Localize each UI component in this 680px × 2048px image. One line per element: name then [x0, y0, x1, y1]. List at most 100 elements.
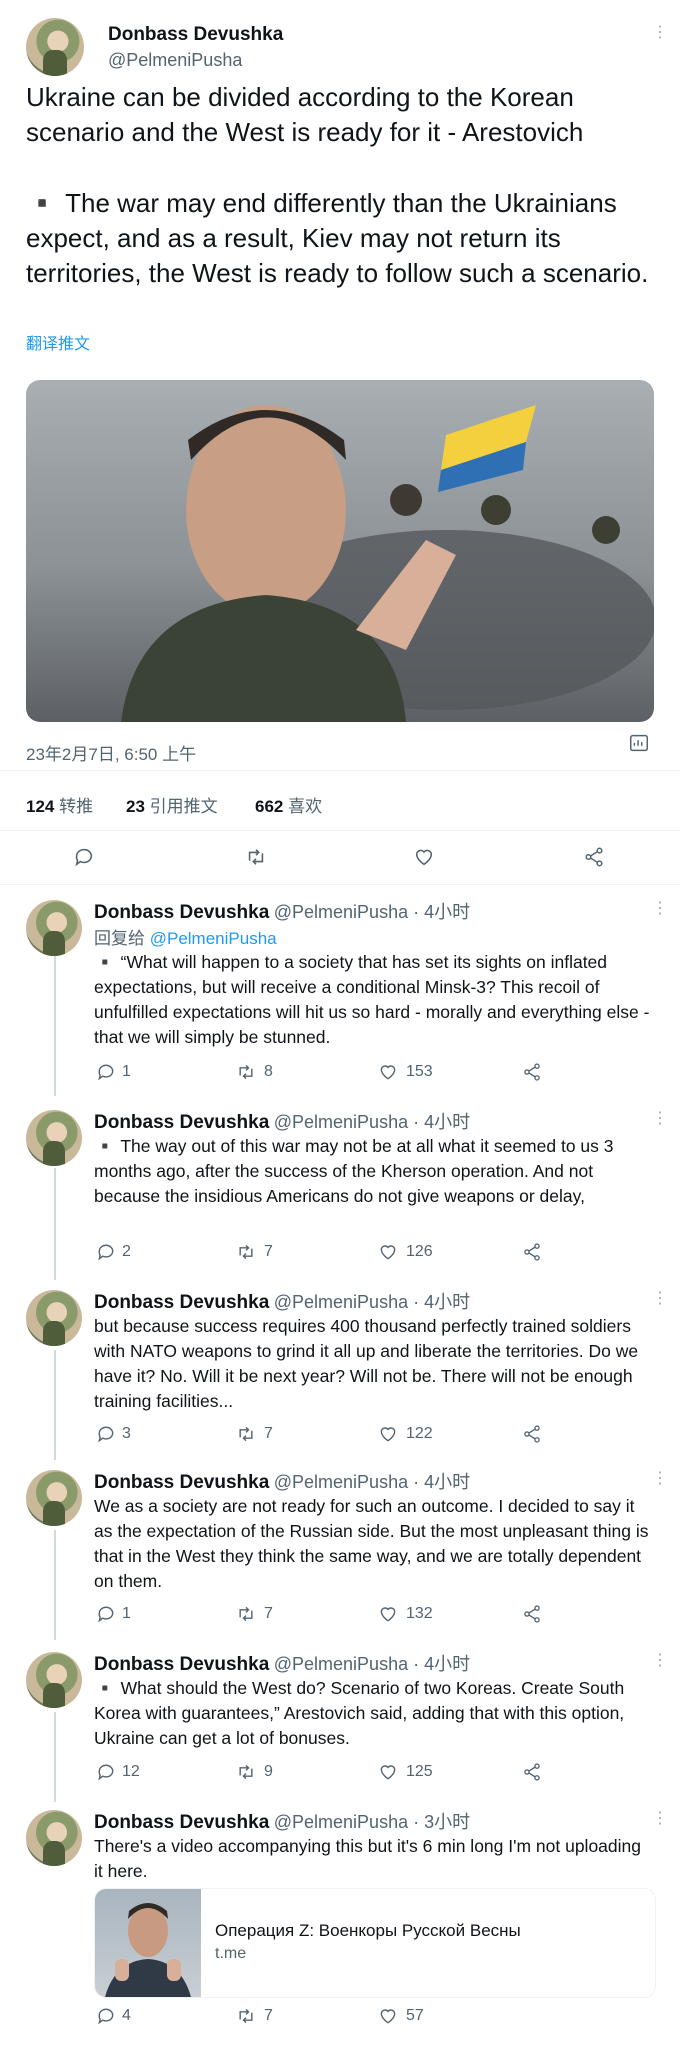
- reply-header: Donbass Devushka @PelmeniPusha · 4小时: [94, 898, 470, 924]
- divider: [0, 770, 680, 771]
- like-icon[interactable]: [378, 1242, 398, 1262]
- like-count: 57: [406, 2007, 424, 2024]
- reply-to-link[interactable]: @PelmeniPusha: [150, 929, 277, 948]
- thread-line: [54, 1350, 56, 1460]
- thread-line: [54, 1168, 56, 1280]
- reply-icon[interactable]: [96, 1424, 116, 1444]
- reply-handle-time[interactable]: @PelmeniPusha · 4小时: [274, 1292, 470, 1312]
- share-icon[interactable]: [522, 1242, 542, 1262]
- retweet-icon[interactable]: [236, 1242, 256, 1262]
- reply-count: 2: [122, 1243, 131, 1260]
- like-icon[interactable]: [378, 1604, 398, 1624]
- reply-icon[interactable]: [96, 1062, 116, 1082]
- reply-icon[interactable]: [96, 2006, 116, 2026]
- share-icon[interactable]: [522, 1762, 542, 1782]
- likes-metric[interactable]: 662 喜欢: [255, 792, 322, 817]
- retweets-count: 124: [26, 797, 55, 816]
- author-avatar[interactable]: [26, 18, 84, 76]
- reply-handle-time[interactable]: @PelmeniPusha · 4小时: [274, 1112, 470, 1132]
- retweet-count: 7: [264, 1425, 273, 1442]
- reply-author[interactable]: Donbass Devushka: [94, 1112, 269, 1133]
- reply-text: but because success requires 400 thousan…: [94, 1316, 639, 1411]
- like-icon[interactable]: [378, 1762, 398, 1782]
- more-icon[interactable]: ⋮: [652, 1288, 668, 1308]
- likes-label: 喜欢: [288, 797, 323, 816]
- like-count: 153: [406, 1063, 433, 1080]
- retweet-count: 7: [264, 1605, 273, 1622]
- retweet-icon[interactable]: [236, 1062, 256, 1082]
- link-card[interactable]: Операция Z: Военкоры Русской Весны t.me: [94, 1888, 656, 1998]
- reply-avatar[interactable]: [26, 1810, 82, 1866]
- more-icon[interactable]: ⋮: [652, 898, 668, 918]
- reply-avatar[interactable]: [26, 1470, 82, 1526]
- reply-handle-time[interactable]: @PelmeniPusha · 3小时: [274, 1812, 470, 1832]
- like-icon[interactable]: [378, 1424, 398, 1444]
- retweet-icon[interactable]: [236, 2006, 256, 2026]
- retweet-count: 7: [264, 1243, 273, 1260]
- reply-author[interactable]: Donbass Devushka: [94, 1654, 269, 1675]
- reply-text: We as a society are not ready for such a…: [94, 1496, 649, 1591]
- reply-icon[interactable]: [96, 1762, 116, 1782]
- author-name[interactable]: Donbass Devushka: [108, 24, 283, 46]
- tweet-timestamp[interactable]: 23年2月7日, 6:50 上午: [26, 740, 196, 765]
- reply-header: Donbass Devushka @PelmeniPusha · 3小时: [94, 1808, 470, 1834]
- like-count: 122: [406, 1425, 433, 1442]
- link-card-domain: t.me: [215, 1945, 247, 1962]
- analytics-icon[interactable]: [628, 732, 650, 754]
- like-icon[interactable]: [378, 1062, 398, 1082]
- retweet-icon[interactable]: [236, 1762, 256, 1782]
- reply-handle-time[interactable]: @PelmeniPusha · 4小时: [274, 902, 470, 922]
- more-icon[interactable]: ⋮: [652, 1108, 668, 1128]
- share-icon[interactable]: [522, 1604, 542, 1624]
- reply-header: Donbass Devushka @PelmeniPusha · 4小时: [94, 1288, 470, 1314]
- quotes-metric[interactable]: 23 引用推文: [126, 792, 218, 817]
- reply-count: 1: [122, 1063, 131, 1080]
- more-icon[interactable]: ⋮: [652, 1650, 668, 1670]
- like-count: 126: [406, 1243, 433, 1260]
- link-card-title: Операция Z: Военкоры Русской Весны: [215, 1921, 521, 1940]
- retweets-label: 转推: [59, 797, 94, 816]
- tweet-body: ▪️ The war may end differently than the …: [26, 188, 649, 288]
- reply-author[interactable]: Donbass Devushka: [94, 1812, 269, 1833]
- photo-illustration: [121, 405, 654, 722]
- reply-avatar[interactable]: [26, 1652, 82, 1708]
- reply-author[interactable]: Donbass Devushka: [94, 1292, 269, 1313]
- like-icon[interactable]: [378, 2006, 398, 2026]
- reply-author[interactable]: Donbass Devushka: [94, 902, 269, 923]
- reply-icon[interactable]: [96, 1242, 116, 1262]
- like-icon[interactable]: [413, 846, 435, 868]
- author-handle[interactable]: @PelmeniPusha: [108, 50, 242, 71]
- reply-author[interactable]: Donbass Devushka: [94, 1472, 269, 1493]
- retweet-icon[interactable]: [236, 1424, 256, 1444]
- reply-text: There's a video accompanying this but it…: [94, 1836, 641, 1881]
- reply-icon[interactable]: [73, 846, 95, 868]
- share-icon[interactable]: [522, 1062, 542, 1082]
- more-icon[interactable]: ⋮: [652, 1468, 668, 1488]
- reply-icon[interactable]: [96, 1604, 116, 1624]
- reply-header: Donbass Devushka @PelmeniPusha · 4小时: [94, 1108, 470, 1134]
- reply-handle-time[interactable]: @PelmeniPusha · 4小时: [274, 1654, 470, 1674]
- more-icon[interactable]: ⋮: [652, 1808, 668, 1828]
- retweet-icon[interactable]: [236, 1604, 256, 1624]
- retweet-icon[interactable]: [245, 846, 267, 868]
- replying-to: 回复给 @PelmeniPusha: [94, 924, 277, 949]
- reply-avatar[interactable]: [26, 900, 82, 956]
- reply-avatar[interactable]: [26, 1290, 82, 1346]
- share-icon[interactable]: [522, 1424, 542, 1444]
- thread-line: [54, 1712, 56, 1802]
- reply-count: 12: [122, 1763, 140, 1780]
- reply-text: ▪️ “What will happen to a society that h…: [94, 952, 650, 1047]
- tweet-image[interactable]: [26, 380, 654, 722]
- link-card-thumbnail: [95, 1889, 201, 1997]
- retweet-count: 9: [264, 1763, 273, 1780]
- reply-prefix: 回复给: [94, 929, 145, 948]
- reply-handle-time[interactable]: @PelmeniPusha · 4小时: [274, 1472, 470, 1492]
- likes-count: 662: [255, 797, 284, 816]
- thread-line: [54, 956, 56, 1096]
- share-icon[interactable]: [583, 846, 605, 868]
- retweets-metric[interactable]: 124 转推: [26, 792, 93, 817]
- reply-count: 1: [122, 1605, 131, 1622]
- translate-link[interactable]: 翻译推文: [26, 330, 90, 354]
- more-icon[interactable]: ⋮: [652, 22, 668, 42]
- reply-avatar[interactable]: [26, 1110, 82, 1166]
